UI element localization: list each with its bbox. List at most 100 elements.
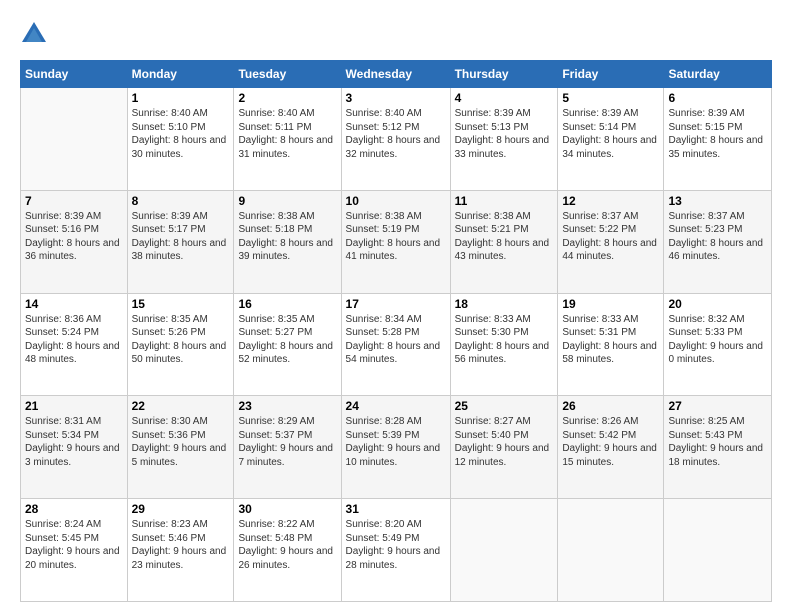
calendar-cell: 28 Sunrise: 8:24 AMSunset: 5:45 PMDayligh… <box>21 499 128 602</box>
cell-date-number: 30 <box>238 502 336 516</box>
logo-icon <box>20 20 48 48</box>
cell-date-number: 17 <box>346 297 446 311</box>
cell-date-number: 6 <box>668 91 767 105</box>
cell-info: Sunrise: 8:40 AMSunset: 5:10 PMDaylight:… <box>132 107 230 161</box>
cell-info: Sunrise: 8:24 AMSunset: 5:45 PMDaylight:… <box>25 518 123 572</box>
calendar-cell: 19 Sunrise: 8:33 AMSunset: 5:31 PMDayligh… <box>558 293 664 396</box>
calendar-cell: 12Sunrise: 8:37 AMSunset: 5:22 PMDayligh… <box>558 190 664 293</box>
calendar-cell: 22 Sunrise: 8:30 AMSunset: 5:36 PMDayligh… <box>127 396 234 499</box>
cell-info: Sunrise: 8:25 AMSunset: 5:43 PMDaylight:… <box>668 415 767 469</box>
cell-info: Sunrise: 8:23 AMSunset: 5:46 PMDaylight:… <box>132 518 230 572</box>
week-row: 28 Sunrise: 8:24 AMSunset: 5:45 PMDayligh… <box>21 499 772 602</box>
cell-date-number: 9 <box>238 194 336 208</box>
cell-date-number: 1 <box>132 91 230 105</box>
calendar-cell: 2 Sunrise: 8:40 AMSunset: 5:11 PMDaylight… <box>234 88 341 191</box>
cell-info: Sunrise: 8:38 AMSunset: 5:19 PMDaylight:… <box>346 210 446 264</box>
calendar-cell: 7 Sunrise: 8:39 AMSunset: 5:16 PMDaylight… <box>21 190 128 293</box>
calendar-cell: 30 Sunrise: 8:22 AMSunset: 5:48 PMDayligh… <box>234 499 341 602</box>
cell-date-number: 16 <box>238 297 336 311</box>
logo <box>20 20 52 48</box>
calendar-cell: 1 Sunrise: 8:40 AMSunset: 5:10 PMDaylight… <box>127 88 234 191</box>
cell-info: Sunrise: 8:39 AMSunset: 5:16 PMDaylight:… <box>25 210 123 264</box>
calendar-cell: 13Sunrise: 8:37 AMSunset: 5:23 PMDayligh… <box>664 190 772 293</box>
calendar-cell: 15Sunrise: 8:35 AMSunset: 5:26 PMDayligh… <box>127 293 234 396</box>
cell-date-number: 5 <box>562 91 659 105</box>
calendar-cell: 20Sunrise: 8:32 AMSunset: 5:33 PMDayligh… <box>664 293 772 396</box>
cell-date-number: 14 <box>25 297 123 311</box>
calendar-cell: 14 Sunrise: 8:36 AMSunset: 5:24 PMDayligh… <box>21 293 128 396</box>
calendar-cell: 29 Sunrise: 8:23 AMSunset: 5:46 PMDayligh… <box>127 499 234 602</box>
header-row: SundayMondayTuesdayWednesdayThursdayFrid… <box>21 61 772 88</box>
calendar-cell: 31Sunrise: 8:20 AMSunset: 5:49 PMDayligh… <box>341 499 450 602</box>
week-row: 1 Sunrise: 8:40 AMSunset: 5:10 PMDaylight… <box>21 88 772 191</box>
cell-date-number: 24 <box>346 399 446 413</box>
cell-info: Sunrise: 8:29 AMSunset: 5:37 PMDaylight:… <box>238 415 336 469</box>
calendar-cell: 11 Sunrise: 8:38 AMSunset: 5:21 PMDayligh… <box>450 190 558 293</box>
header-day-friday: Friday <box>558 61 664 88</box>
cell-date-number: 11 <box>455 194 554 208</box>
cell-date-number: 29 <box>132 502 230 516</box>
calendar-cell: 10 Sunrise: 8:38 AMSunset: 5:19 PMDayligh… <box>341 190 450 293</box>
cell-info: Sunrise: 8:38 AMSunset: 5:18 PMDaylight:… <box>238 210 336 264</box>
week-row: 7 Sunrise: 8:39 AMSunset: 5:16 PMDaylight… <box>21 190 772 293</box>
cell-date-number: 10 <box>346 194 446 208</box>
cell-info: Sunrise: 8:36 AMSunset: 5:24 PMDaylight:… <box>25 313 123 367</box>
cell-info: Sunrise: 8:38 AMSunset: 5:21 PMDaylight:… <box>455 210 554 264</box>
cell-date-number: 7 <box>25 194 123 208</box>
cell-date-number: 28 <box>25 502 123 516</box>
week-row: 14 Sunrise: 8:36 AMSunset: 5:24 PMDayligh… <box>21 293 772 396</box>
cell-date-number: 18 <box>455 297 554 311</box>
cell-info: Sunrise: 8:39 AMSunset: 5:14 PMDaylight:… <box>562 107 659 161</box>
cell-date-number: 22 <box>132 399 230 413</box>
calendar-cell: 25 Sunrise: 8:27 AMSunset: 5:40 PMDayligh… <box>450 396 558 499</box>
header-day-sunday: Sunday <box>21 61 128 88</box>
cell-info: Sunrise: 8:33 AMSunset: 5:31 PMDaylight:… <box>562 313 659 367</box>
header <box>20 20 772 48</box>
cell-info: Sunrise: 8:32 AMSunset: 5:33 PMDaylight:… <box>668 313 767 367</box>
cell-info: Sunrise: 8:34 AMSunset: 5:28 PMDaylight:… <box>346 313 446 367</box>
cell-date-number: 12 <box>562 194 659 208</box>
calendar-cell: 4Sunrise: 8:39 AMSunset: 5:13 PMDaylight… <box>450 88 558 191</box>
cell-info: Sunrise: 8:40 AMSunset: 5:12 PMDaylight:… <box>346 107 446 161</box>
calendar-cell: 8 Sunrise: 8:39 AMSunset: 5:17 PMDaylight… <box>127 190 234 293</box>
header-day-thursday: Thursday <box>450 61 558 88</box>
calendar-cell: 23Sunrise: 8:29 AMSunset: 5:37 PMDayligh… <box>234 396 341 499</box>
cell-info: Sunrise: 8:22 AMSunset: 5:48 PMDaylight:… <box>238 518 336 572</box>
header-day-monday: Monday <box>127 61 234 88</box>
cell-date-number: 13 <box>668 194 767 208</box>
calendar-cell: 17 Sunrise: 8:34 AMSunset: 5:28 PMDayligh… <box>341 293 450 396</box>
calendar-cell: 18 Sunrise: 8:33 AMSunset: 5:30 PMDayligh… <box>450 293 558 396</box>
cell-info: Sunrise: 8:20 AMSunset: 5:49 PMDaylight:… <box>346 518 446 572</box>
cell-info: Sunrise: 8:39 AMSunset: 5:17 PMDaylight:… <box>132 210 230 264</box>
week-row: 21Sunrise: 8:31 AMSunset: 5:34 PMDayligh… <box>21 396 772 499</box>
cell-info: Sunrise: 8:40 AMSunset: 5:11 PMDaylight:… <box>238 107 336 161</box>
cell-info: Sunrise: 8:30 AMSunset: 5:36 PMDaylight:… <box>132 415 230 469</box>
calendar-cell: 27 Sunrise: 8:25 AMSunset: 5:43 PMDayligh… <box>664 396 772 499</box>
cell-info: Sunrise: 8:31 AMSunset: 5:34 PMDaylight:… <box>25 415 123 469</box>
page: SundayMondayTuesdayWednesdayThursdayFrid… <box>0 0 792 612</box>
calendar-body: 1 Sunrise: 8:40 AMSunset: 5:10 PMDaylight… <box>21 88 772 602</box>
calendar-cell <box>664 499 772 602</box>
cell-info: Sunrise: 8:26 AMSunset: 5:42 PMDaylight:… <box>562 415 659 469</box>
cell-date-number: 8 <box>132 194 230 208</box>
calendar-cell <box>450 499 558 602</box>
calendar-cell: 16Sunrise: 8:35 AMSunset: 5:27 PMDayligh… <box>234 293 341 396</box>
header-day-saturday: Saturday <box>664 61 772 88</box>
calendar-cell: 3 Sunrise: 8:40 AMSunset: 5:12 PMDaylight… <box>341 88 450 191</box>
cell-date-number: 27 <box>668 399 767 413</box>
cell-info: Sunrise: 8:39 AMSunset: 5:13 PMDaylight:… <box>455 107 554 161</box>
cell-date-number: 15 <box>132 297 230 311</box>
calendar-cell: 9 Sunrise: 8:38 AMSunset: 5:18 PMDaylight… <box>234 190 341 293</box>
cell-date-number: 25 <box>455 399 554 413</box>
cell-info: Sunrise: 8:33 AMSunset: 5:30 PMDaylight:… <box>455 313 554 367</box>
cell-info: Sunrise: 8:27 AMSunset: 5:40 PMDaylight:… <box>455 415 554 469</box>
cell-date-number: 3 <box>346 91 446 105</box>
calendar-cell: 6 Sunrise: 8:39 AMSunset: 5:15 PMDaylight… <box>664 88 772 191</box>
cell-info: Sunrise: 8:28 AMSunset: 5:39 PMDaylight:… <box>346 415 446 469</box>
cell-info: Sunrise: 8:39 AMSunset: 5:15 PMDaylight:… <box>668 107 767 161</box>
cell-date-number: 19 <box>562 297 659 311</box>
calendar-cell <box>21 88 128 191</box>
cell-date-number: 26 <box>562 399 659 413</box>
header-day-wednesday: Wednesday <box>341 61 450 88</box>
cell-date-number: 2 <box>238 91 336 105</box>
